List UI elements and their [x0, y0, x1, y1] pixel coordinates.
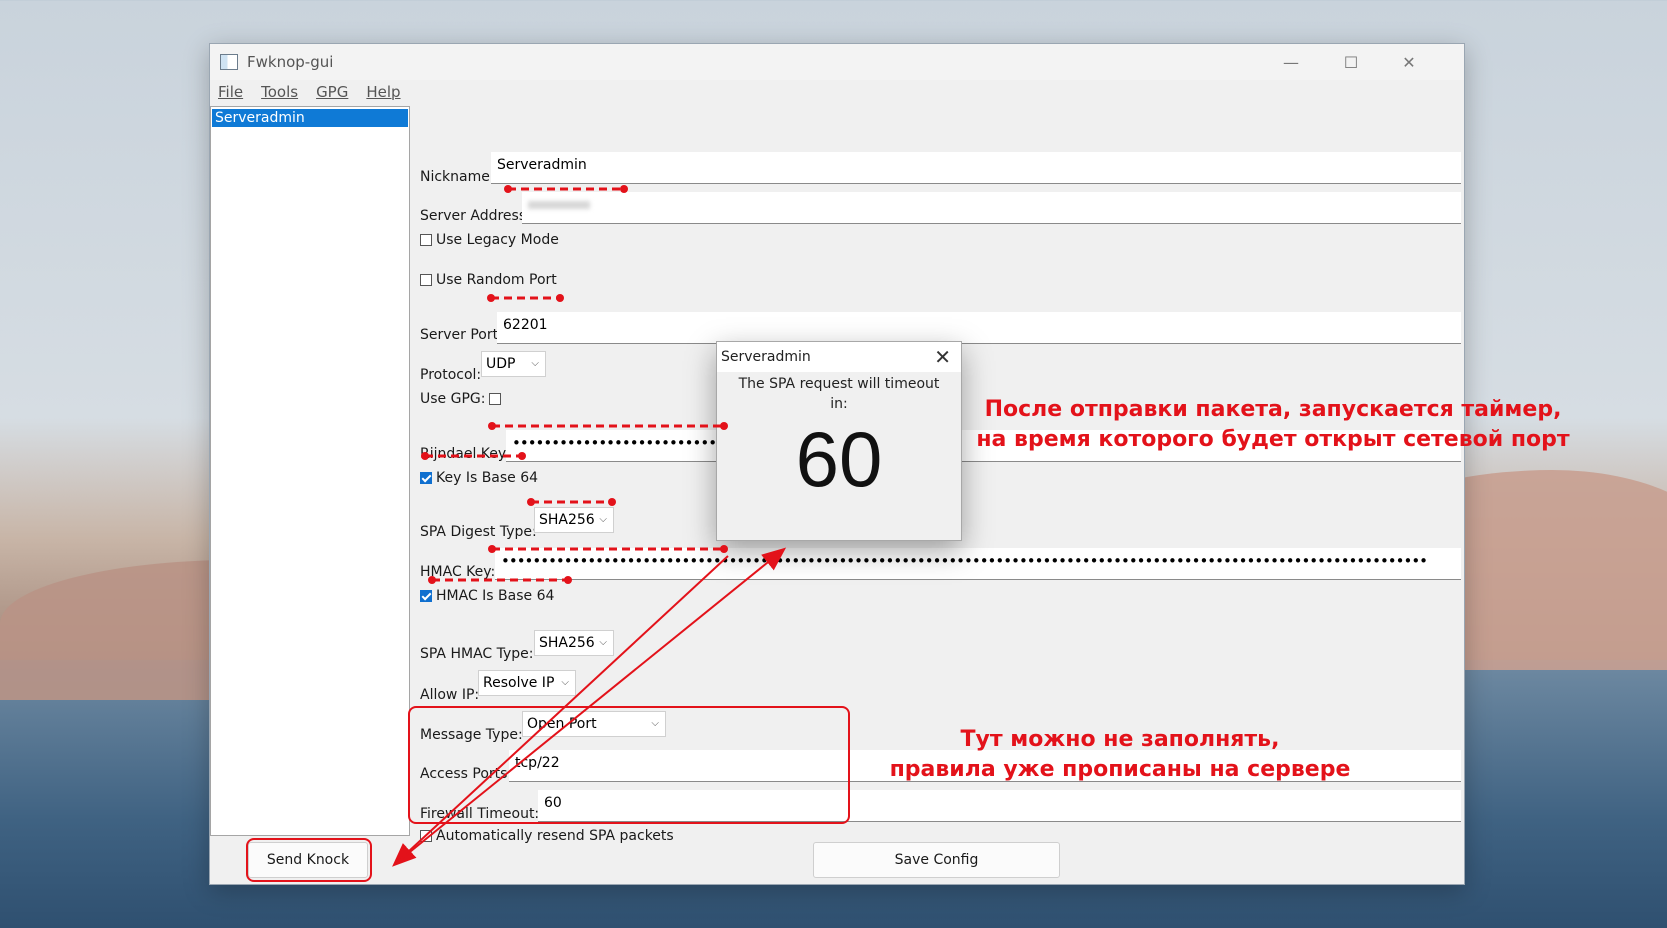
use-legacy-mode-label: Use Legacy Mode [436, 232, 559, 248]
spa-hmac-type-select[interactable]: SHA256 ⌵ [534, 630, 614, 656]
timer-annotation-line2: на время которого будет открыт сетевой п… [976, 427, 1570, 452]
spa-digest-type-select[interactable]: SHA256 ⌵ [534, 507, 614, 533]
hmac-key-input[interactable]: ••••••••••••••••••••••••••••••••••••••••… [495, 548, 1461, 580]
checkbox-box [420, 590, 432, 602]
server-address-blurred [528, 201, 590, 209]
send-knock-highlight [246, 838, 372, 882]
maximize-button[interactable]: ☐ [1322, 44, 1380, 80]
protocol-value: UDP [486, 356, 516, 372]
key-base64-label: Key Is Base 64 [436, 470, 539, 486]
protocol-select[interactable]: UDP ⌵ [481, 351, 546, 377]
menu-help[interactable]: Help [366, 83, 400, 101]
optional-annotation: Тут можно не заполнять, правила уже проп… [860, 725, 1380, 785]
dialog-message: The SPA request will timeout in: [717, 374, 961, 414]
checkbox-box [420, 234, 432, 246]
allow-ip-value: Resolve IP [483, 675, 555, 691]
close-button[interactable]: ✕ [1380, 44, 1438, 80]
optional-annotation-line1: Тут можно не заполнять, [960, 727, 1280, 752]
checkbox-box [420, 472, 432, 484]
dialog-title: Serveradmin [717, 342, 961, 372]
use-legacy-mode-checkbox[interactable]: Use Legacy Mode [420, 232, 559, 248]
checkbox-box [420, 830, 432, 842]
menu-file[interactable]: File [218, 83, 243, 101]
save-config-button[interactable]: Save Config [813, 842, 1060, 878]
allow-ip-select[interactable]: Resolve IP ⌵ [478, 670, 576, 696]
optional-fields-highlight [408, 706, 850, 824]
nickname-input[interactable]: Serveradmin [491, 152, 1461, 184]
window-title: Fwknop-gui [247, 53, 334, 71]
hmac-key-label: HMAC Key: [420, 564, 496, 580]
rijndael-key-label: Rijndael Key: [420, 446, 510, 462]
server-list-item[interactable]: Serveradmin [212, 109, 408, 127]
server-port-label: Server Port: [420, 327, 503, 343]
dialog-close-icon[interactable]: ✕ [934, 345, 951, 369]
timeout-dialog: Serveradmin ✕ The SPA request will timeo… [716, 341, 962, 541]
spa-hmac-type-value: SHA256 [539, 635, 595, 651]
use-random-port-label: Use Random Port [436, 272, 557, 288]
checkbox-box [420, 274, 432, 286]
protocol-label: Protocol: [420, 367, 482, 383]
auto-resend-label: Automatically resend SPA packets [436, 828, 674, 844]
timer-annotation-line1: После отправки пакета, запускается тайме… [984, 397, 1562, 422]
menu-gpg[interactable]: GPG [316, 83, 348, 101]
key-base64-checkbox[interactable]: Key Is Base 64 [420, 470, 538, 486]
chevron-down-icon: ⌵ [599, 637, 607, 648]
spa-digest-type-value: SHA256 [539, 512, 595, 528]
timer-annotation: После отправки пакета, запускается тайме… [963, 395, 1583, 455]
title-bar: Fwknop-gui — ☐ ✕ [210, 44, 1464, 80]
chevron-down-icon: ⌵ [561, 677, 569, 688]
nickname-label: Nickname: [420, 169, 495, 185]
countdown-value: 60 [795, 415, 883, 503]
dialog-message-line2: in: [830, 396, 848, 412]
server-port-input[interactable]: 62201 [497, 312, 1461, 344]
optional-annotation-line2: правила уже прописаны на сервере [889, 757, 1351, 782]
chevron-down-icon: ⌵ [599, 514, 607, 525]
use-random-port-checkbox[interactable]: Use Random Port [420, 272, 557, 288]
server-address-input[interactable] [522, 192, 1461, 224]
app-icon [220, 54, 238, 70]
hmac-base64-label: HMAC Is Base 64 [436, 588, 555, 604]
spa-digest-type-label: SPA Digest Type: [420, 524, 537, 540]
menu-bar: File Tools GPG Help [210, 80, 1464, 104]
chevron-down-icon: ⌵ [531, 358, 539, 369]
server-list[interactable]: Serveradmin [210, 106, 410, 836]
server-address-label: Server Address: [420, 208, 531, 224]
spa-hmac-type-label: SPA HMAC Type: [420, 646, 534, 662]
menu-tools[interactable]: Tools [261, 83, 298, 101]
use-gpg-label: Use GPG: [420, 391, 486, 407]
dialog-message-line1: The SPA request will timeout [738, 376, 940, 392]
hmac-base64-checkbox[interactable]: HMAC Is Base 64 [420, 588, 554, 604]
auto-resend-checkbox[interactable]: Automatically resend SPA packets [420, 828, 674, 844]
allow-ip-label: Allow IP: [420, 687, 480, 703]
checkbox-box [489, 393, 502, 405]
use-gpg-checkbox[interactable]: Use GPG: [420, 391, 502, 407]
minimize-button[interactable]: — [1262, 44, 1320, 80]
